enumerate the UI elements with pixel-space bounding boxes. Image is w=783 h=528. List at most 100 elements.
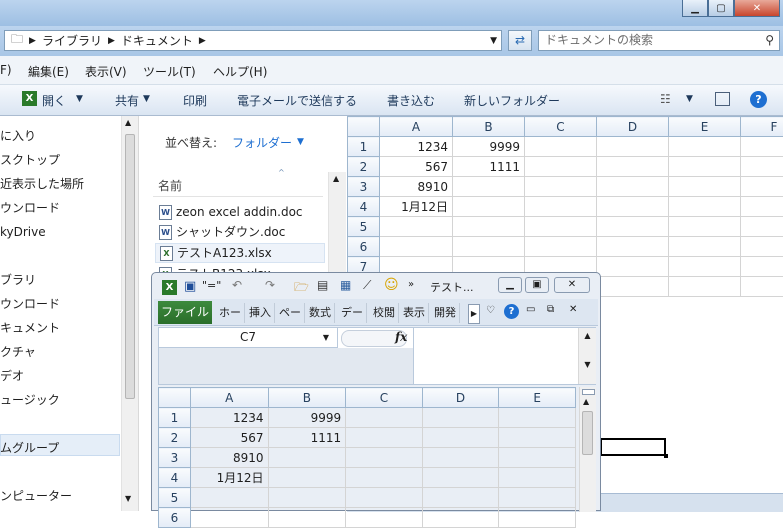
file-tab[interactable]: ファイル [158, 301, 212, 324]
cell[interactable] [597, 197, 669, 217]
equal-button[interactable]: "=" [202, 279, 221, 292]
nav-item-computer[interactable]: ンピューター [0, 486, 72, 506]
row-header[interactable]: 3 [348, 177, 380, 197]
cell[interactable] [499, 468, 576, 488]
cell[interactable] [346, 468, 423, 488]
row-header[interactable]: 4 [159, 468, 191, 488]
nav-item-favorites[interactable]: に入り [0, 126, 36, 146]
cell[interactable] [422, 468, 499, 488]
menu-help[interactable]: ヘルプ(H) [213, 63, 267, 80]
nav-item-libraries[interactable]: ブラリ [0, 270, 36, 290]
insert-function-icon[interactable]: fx [395, 330, 407, 344]
cell[interactable] [741, 137, 783, 157]
help-icon[interactable]: ? [750, 91, 767, 108]
column-header-e[interactable]: E [499, 388, 576, 408]
sort-dropdown-icon[interactable]: ▼ [297, 137, 304, 147]
view-options-icon[interactable]: ☷ [660, 92, 671, 106]
wb-minimize-icon[interactable]: ▭ [526, 304, 535, 315]
share-button[interactable]: 共有 [115, 92, 139, 109]
column-header-a[interactable]: A [190, 388, 268, 408]
open-dropdown-icon[interactable]: ▼ [76, 94, 83, 104]
cell[interactable] [525, 217, 597, 237]
formula-scroll[interactable]: ▲ ▼ [578, 328, 596, 384]
tab-review[interactable]: 校閲 [370, 303, 399, 323]
cell-a2[interactable]: 567 [190, 428, 268, 448]
cell[interactable] [525, 157, 597, 177]
print-button[interactable]: 印刷 [183, 92, 207, 109]
cell[interactable] [669, 257, 741, 277]
nav-scrollbar[interactable]: ▲ ▼ [121, 116, 138, 511]
tab-page-layout[interactable]: ペー [276, 303, 305, 323]
row-header[interactable]: 2 [159, 428, 191, 448]
tab-formulas[interactable]: 数式 [306, 303, 335, 323]
cell[interactable] [422, 428, 499, 448]
cell[interactable] [597, 177, 669, 197]
cell[interactable] [525, 197, 597, 217]
search-icon[interactable]: ⚲ [765, 31, 774, 50]
refresh-button[interactable]: ⇄ [508, 30, 532, 51]
formula-input[interactable] [415, 328, 573, 384]
view-dropdown-icon[interactable]: ▼ [686, 94, 693, 104]
undo-icon[interactable]: ↶ [232, 278, 242, 292]
cell[interactable] [669, 177, 741, 197]
nav-item-pictures[interactable]: クチャ [0, 342, 36, 362]
address-bar[interactable]: 🗀 ▶ ライブラリ ▶ ドキュメント ▶ ▼ [4, 30, 502, 51]
tab-view[interactable]: 表示 [400, 303, 429, 323]
column-header-d[interactable]: D [422, 388, 499, 408]
row-header[interactable]: 1 [348, 137, 380, 157]
cell-a4[interactable]: 1月12日 [380, 197, 453, 217]
cell[interactable] [268, 488, 346, 508]
cell-b1[interactable]: 9999 [453, 137, 525, 157]
cell[interactable] [380, 217, 453, 237]
scroll-up-icon[interactable]: ▲ [579, 331, 596, 340]
fill-handle[interactable] [664, 454, 668, 458]
cell[interactable] [346, 408, 423, 428]
split-box[interactable] [582, 389, 595, 395]
cell[interactable] [669, 237, 741, 257]
smiley-icon[interactable]: ☺ [384, 277, 399, 293]
cell[interactable] [453, 197, 525, 217]
cell-a3[interactable]: 8910 [380, 177, 453, 197]
cell[interactable] [268, 468, 346, 488]
scroll-up-icon[interactable]: ▲ [125, 118, 131, 127]
cell[interactable] [268, 448, 346, 468]
burn-button[interactable]: 書き込む [387, 92, 435, 109]
minimize-button[interactable]: ▁ [682, 0, 708, 17]
column-header-e[interactable]: E [669, 117, 741, 137]
cell[interactable] [525, 177, 597, 197]
column-header-a[interactable]: A [380, 117, 453, 137]
cell[interactable] [741, 217, 783, 237]
cell[interactable] [669, 137, 741, 157]
maximize-button[interactable]: ▢ [708, 0, 734, 17]
wb-close-icon[interactable]: ✕ [569, 304, 577, 315]
cell-a4[interactable]: 1月12日 [190, 468, 268, 488]
tab-home[interactable]: ホー [216, 303, 245, 323]
scroll-down-icon[interactable]: ▼ [579, 360, 596, 369]
cell[interactable] [190, 488, 268, 508]
cell[interactable] [597, 217, 669, 237]
name-box-dropdown-icon[interactable]: ▼ [323, 328, 329, 347]
tab-insert[interactable]: 挿入 [246, 303, 275, 323]
cell[interactable] [422, 408, 499, 428]
table-icon[interactable]: ▦ [340, 278, 351, 292]
ribbon-collapse-icon[interactable]: ♡ [486, 305, 495, 316]
nav-item-homegroup[interactable]: ムグループ [0, 438, 59, 458]
tab-scroll-right-icon[interactable]: ▶ [468, 304, 480, 324]
cell[interactable] [525, 237, 597, 257]
menu-tools[interactable]: ツール(T) [143, 63, 196, 80]
menu-view[interactable]: 表示(V) [85, 63, 127, 80]
wb-restore-icon[interactable]: ⧉ [547, 304, 554, 315]
cell[interactable] [346, 448, 423, 468]
row-header[interactable]: 4 [348, 197, 380, 217]
cell[interactable] [741, 257, 783, 277]
cell[interactable] [597, 137, 669, 157]
select-all-corner[interactable] [348, 117, 380, 137]
nav-item-desktop[interactable]: スクトップ [0, 150, 60, 170]
column-header-name[interactable]: 名前 [158, 177, 182, 194]
grid-scroll-thumb[interactable] [582, 411, 593, 455]
tab-data[interactable]: デー [338, 303, 367, 323]
column-header-c[interactable]: C [346, 388, 423, 408]
close-button[interactable]: ✕ [734, 0, 780, 17]
nav-item-music[interactable]: ュージック [0, 390, 60, 410]
cell-a3[interactable]: 8910 [190, 448, 268, 468]
